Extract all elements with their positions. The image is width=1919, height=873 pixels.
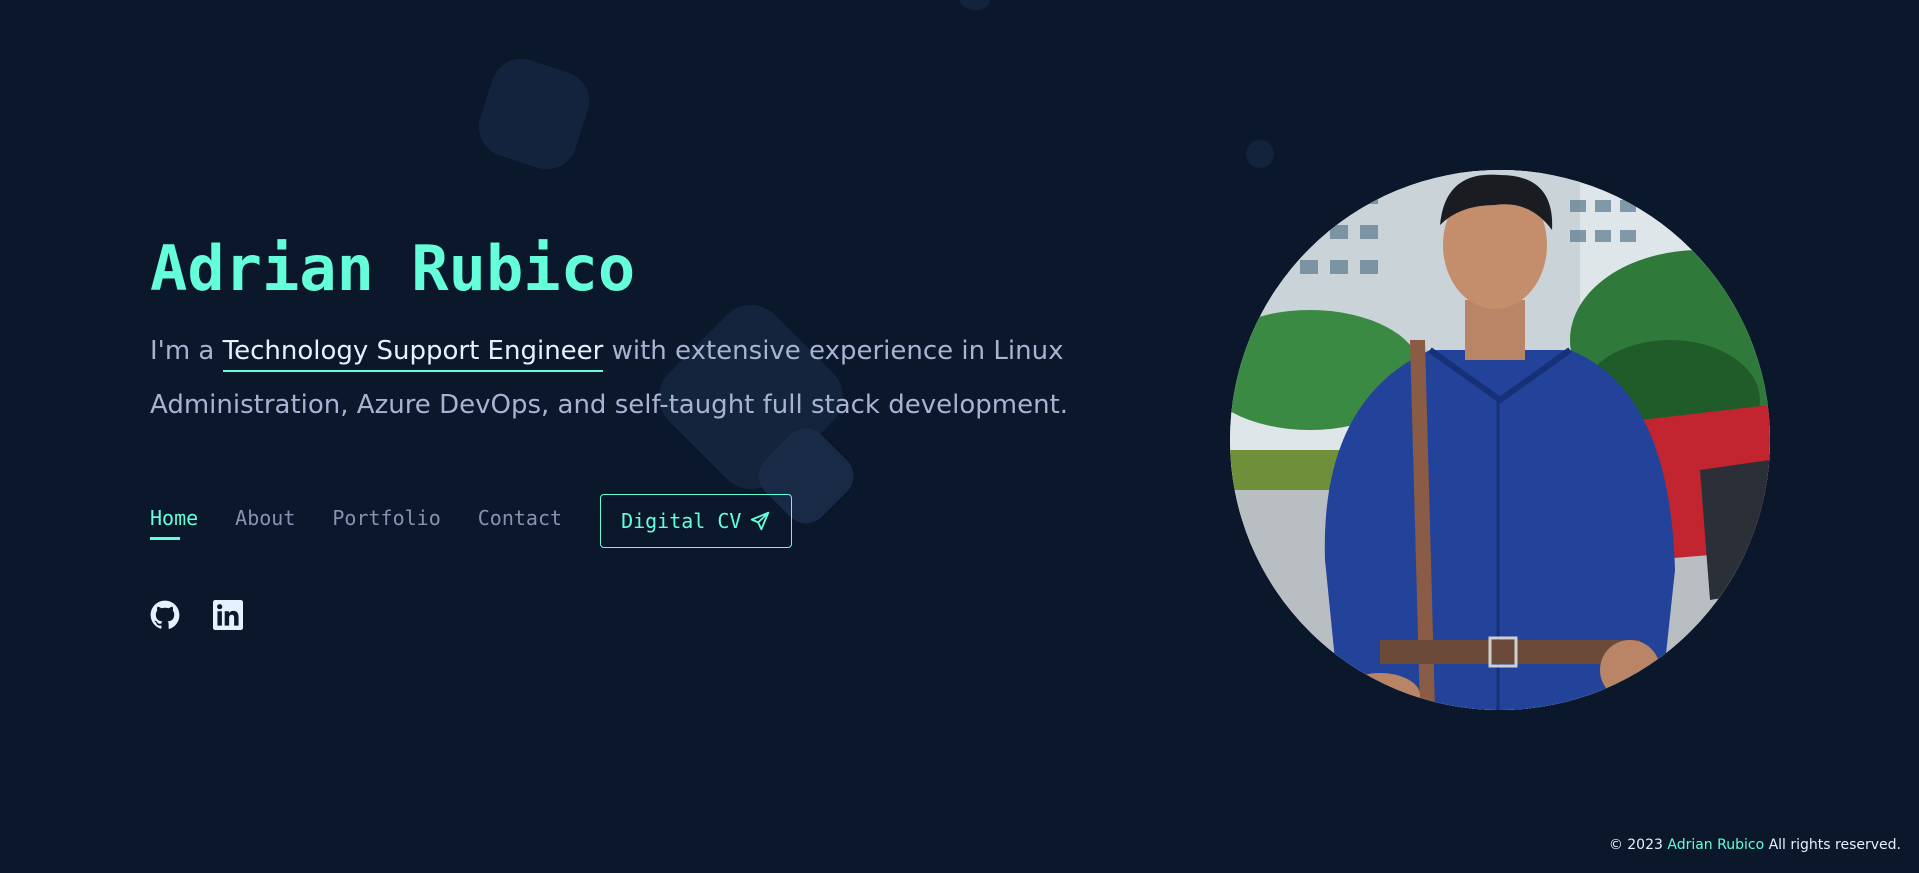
footer-copyright: © 2023 bbox=[1608, 837, 1663, 853]
digital-cv-button[interactable]: Digital CV bbox=[600, 494, 793, 548]
footer-name[interactable]: Adrian Rubico bbox=[1667, 837, 1764, 853]
linkedin-icon[interactable] bbox=[213, 600, 243, 630]
nav-portfolio[interactable]: Portfolio bbox=[332, 506, 440, 536]
background-shape bbox=[470, 50, 598, 178]
main-nav: Home About Portfolio Contact Digital CV bbox=[150, 494, 793, 548]
nav-home[interactable]: Home bbox=[150, 506, 198, 540]
role-highlight: Technology Support Engineer bbox=[222, 336, 604, 373]
github-icon[interactable] bbox=[150, 600, 180, 630]
digital-cv-label: Digital CV bbox=[621, 509, 742, 533]
footer-rights: All rights reserved. bbox=[1768, 837, 1901, 853]
profile-photo bbox=[1230, 170, 1770, 710]
social-links bbox=[150, 600, 243, 630]
footer: © 2023 Adrian Rubico All rights reserved… bbox=[1609, 837, 1901, 853]
paper-plane-icon bbox=[751, 511, 770, 531]
hero-section: Adrian Rubico I'm a Technology Support E… bbox=[150, 232, 1150, 458]
background-dot bbox=[1246, 140, 1274, 168]
background-dot bbox=[960, 0, 990, 10]
hero-name: Adrian Rubico bbox=[150, 232, 636, 305]
hero-intro: I'm a Technology Support Engineer with e… bbox=[150, 324, 1140, 432]
intro-prefix: I'm a bbox=[150, 336, 223, 367]
profile-photo-illustration bbox=[1230, 170, 1770, 710]
nav-contact[interactable]: Contact bbox=[478, 506, 562, 536]
nav-about[interactable]: About bbox=[235, 506, 295, 536]
